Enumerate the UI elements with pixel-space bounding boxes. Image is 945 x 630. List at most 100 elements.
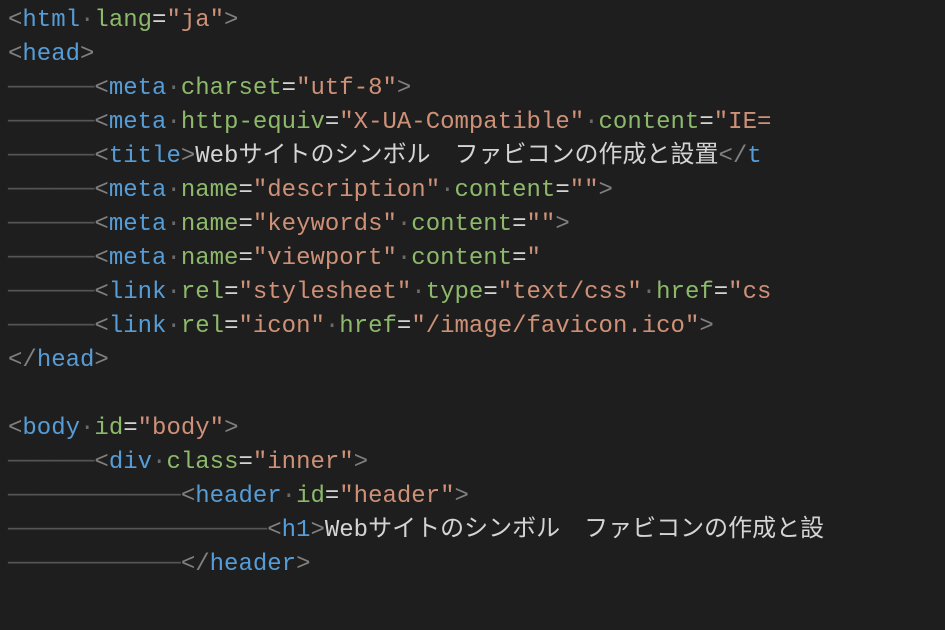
token-tag: head xyxy=(37,344,95,379)
token-str: "header" xyxy=(339,480,454,515)
token-eq: = xyxy=(397,310,411,345)
token-dot: · xyxy=(152,446,166,481)
token-bracket: > xyxy=(699,310,713,345)
indent: ────── xyxy=(8,242,94,277)
token-str: "viewport" xyxy=(253,242,397,277)
token-eq: = xyxy=(123,412,137,447)
code-line[interactable]: ──────<link·rel="stylesheet"·type="text/… xyxy=(8,276,937,310)
token-dot: · xyxy=(166,276,180,311)
token-eq: = xyxy=(483,276,497,311)
token-tag: meta xyxy=(109,174,167,209)
code-line[interactable]: ────────────</header> xyxy=(8,548,937,582)
token-eq: = xyxy=(224,276,238,311)
indent: ────── xyxy=(8,446,94,481)
token-tag: body xyxy=(22,412,80,447)
code-line[interactable]: ──────<title>Webサイトのシンボル ファビコンの作成と設置</t xyxy=(8,140,937,174)
indent: ────── xyxy=(8,208,94,243)
token-attr-green: href xyxy=(656,276,714,311)
token-bracket: < xyxy=(94,106,108,141)
token-bracket: > xyxy=(224,4,238,39)
token-attr-green: charset xyxy=(181,72,282,107)
token-dot: · xyxy=(397,242,411,277)
token-str: "stylesheet" xyxy=(238,276,411,311)
token-bracket: < xyxy=(8,4,22,39)
token-tag: h1 xyxy=(282,514,311,549)
token-attr-green: id xyxy=(296,480,325,515)
code-line[interactable]: ──────<meta·http-equiv="X-UA-Compatible"… xyxy=(8,106,937,140)
code-line[interactable]: ──────<meta·charset="utf-8"> xyxy=(8,72,937,106)
code-line[interactable]: ──────<meta·name="description"·content="… xyxy=(8,174,937,208)
token-bracket: > xyxy=(555,208,569,243)
indent: ──────────── xyxy=(8,548,181,583)
token-eq: = xyxy=(238,174,252,209)
token-eq: = xyxy=(282,72,296,107)
token-dot: · xyxy=(166,174,180,209)
indent: ────── xyxy=(8,106,94,141)
code-line[interactable]: ──────<meta·name="viewport"·content=" xyxy=(8,242,937,276)
code-line[interactable]: ──────<link·rel="icon"·href="/image/favi… xyxy=(8,310,937,344)
indent: ──────────── xyxy=(8,480,181,515)
token-tag: meta xyxy=(109,242,167,277)
token-attr-green: type xyxy=(426,276,484,311)
token-bracket: > xyxy=(354,446,368,481)
token-eq: = xyxy=(238,208,252,243)
token-attr-green: content xyxy=(455,174,556,209)
code-line[interactable]: ──────────────────<h1>Webサイトのシンボル ファビコンの… xyxy=(8,514,937,548)
token-bracket: < xyxy=(94,276,108,311)
token-bracket: </ xyxy=(181,548,210,583)
token-bracket: > xyxy=(181,140,195,175)
code-line[interactable]: </head> xyxy=(8,344,937,378)
token-str: "icon" xyxy=(238,310,324,345)
token-bracket: < xyxy=(94,446,108,481)
token-bracket: > xyxy=(296,548,310,583)
code-line[interactable]: <head> xyxy=(8,38,937,72)
token-dot: · xyxy=(584,106,598,141)
token-dot: · xyxy=(282,480,296,515)
token-bracket: < xyxy=(8,412,22,447)
token-attr-green: content xyxy=(599,106,700,141)
code-line[interactable]: ────────────<header·id="header"> xyxy=(8,480,937,514)
code-line[interactable]: <html·lang="ja"> xyxy=(8,4,937,38)
token-dot: · xyxy=(166,106,180,141)
token-dot: · xyxy=(166,310,180,345)
token-eq: = xyxy=(325,106,339,141)
token-tag: header xyxy=(210,548,296,583)
token-tag: meta xyxy=(109,72,167,107)
token-eq: = xyxy=(152,4,166,39)
token-eq: = xyxy=(699,106,713,141)
token-str: "X-UA-Compatible" xyxy=(339,106,584,141)
code-editor[interactable]: <html·lang="ja"><head>──────<meta·charse… xyxy=(0,0,945,586)
token-str: "keywords" xyxy=(253,208,397,243)
token-str: " xyxy=(527,242,541,277)
token-bracket: </ xyxy=(718,140,747,175)
code-line[interactable]: ──────<div·class="inner"> xyxy=(8,446,937,480)
token-dot: · xyxy=(166,72,180,107)
token-bracket: > xyxy=(224,412,238,447)
token-tag: title xyxy=(109,140,181,175)
indent: ────────────────── xyxy=(8,514,267,549)
token-dot: · xyxy=(397,208,411,243)
token-dot: · xyxy=(325,310,339,345)
token-str: "" xyxy=(570,174,599,209)
token-dot: · xyxy=(80,412,94,447)
token-eq: = xyxy=(714,276,728,311)
token-bracket: < xyxy=(94,72,108,107)
token-eq: = xyxy=(224,310,238,345)
token-bracket: > xyxy=(310,514,324,549)
token-bracket: < xyxy=(94,208,108,243)
token-tag: div xyxy=(109,446,152,481)
token-str: "IE= xyxy=(714,106,772,141)
indent: ────── xyxy=(8,72,94,107)
token-bracket: < xyxy=(94,310,108,345)
token-bracket: < xyxy=(94,140,108,175)
token-bracket: </ xyxy=(8,344,37,379)
token-attr-green: rel xyxy=(181,276,224,311)
code-line[interactable]: <body·id="body"> xyxy=(8,412,937,446)
token-bracket: < xyxy=(94,242,108,277)
token-dot: · xyxy=(440,174,454,209)
token-tag: header xyxy=(195,480,281,515)
code-line[interactable]: ──────<meta·name="keywords"·content=""> xyxy=(8,208,937,242)
code-line[interactable] xyxy=(8,378,937,412)
token-bracket: > xyxy=(80,38,94,73)
token-str: "" xyxy=(527,208,556,243)
